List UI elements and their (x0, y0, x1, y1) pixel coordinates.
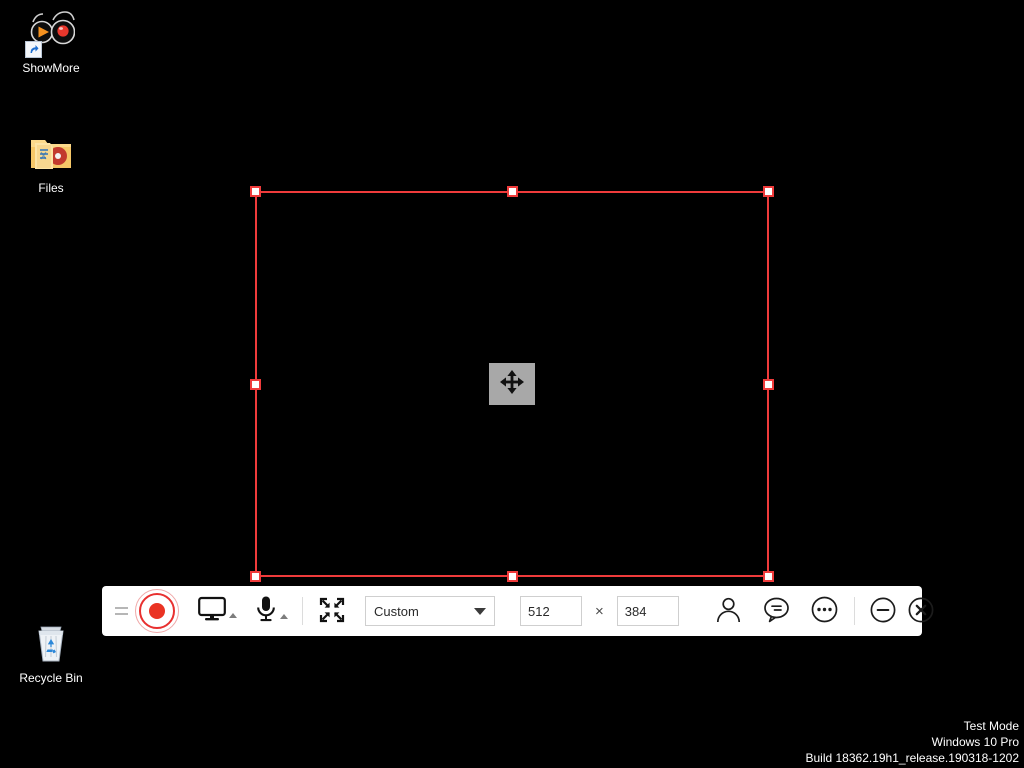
desktop-icon-files[interactable]: Files (3, 128, 99, 196)
folder-icon (27, 128, 75, 176)
resize-handle-bottom-right[interactable] (763, 571, 774, 582)
desktop: ShowMore Files Recycle Bin Custom 512 × … (0, 0, 1024, 768)
ellipsis-circle-icon (811, 596, 838, 626)
resolution-select-value: Custom (374, 603, 419, 619)
drag-handle-icon[interactable] (112, 597, 130, 625)
move-arrows-icon (498, 368, 526, 401)
drag-handle-line (114, 607, 128, 609)
desktop-icon-label: Files (38, 181, 64, 195)
toolbar-divider (302, 597, 303, 625)
desktop-icon-label: Recycle Bin (19, 671, 83, 685)
dimension-separator: × (595, 602, 604, 620)
resize-handle-bottom-left[interactable] (250, 571, 261, 582)
desktop-icon-label: ShowMore (22, 61, 80, 75)
showmore-app-icon (25, 8, 76, 58)
person-icon (715, 596, 742, 626)
height-input[interactable] (616, 596, 679, 626)
record-button[interactable] (134, 588, 180, 634)
resolution-select[interactable]: Custom (365, 596, 495, 626)
toolbar-divider (853, 597, 855, 625)
more-button[interactable] (810, 596, 840, 626)
caret-up-icon[interactable] (229, 612, 237, 618)
minimize-circle-icon (870, 597, 896, 626)
resize-handle-top-right[interactable] (763, 186, 774, 197)
resize-handle-bottom-center[interactable] (506, 571, 518, 582)
minimize-button[interactable] (869, 597, 897, 625)
microphone-icon (255, 595, 277, 628)
width-input[interactable] (520, 596, 582, 626)
windows-watermark: Test Mode Windows 10 Pro Build 18362.19h… (805, 718, 1019, 766)
desktop-icon-showmore[interactable]: ShowMore (3, 8, 99, 76)
capture-region[interactable] (250, 186, 774, 582)
drag-handle-line (114, 613, 128, 615)
watermark-line-build: Build 18362.19h1_release.190318-1202 (805, 751, 1019, 765)
close-circle-icon (908, 597, 934, 626)
microphone-source-button[interactable] (255, 595, 288, 628)
watermark-line-test-mode: Test Mode (963, 719, 1019, 733)
desktop-icon-recycle-bin[interactable]: Recycle Bin (3, 618, 99, 686)
fullscreen-button[interactable] (317, 596, 347, 626)
chevron-down-icon (474, 607, 486, 615)
record-circle-icon (149, 603, 165, 619)
feedback-button[interactable] (762, 596, 792, 626)
recycle-bin-icon (27, 618, 75, 666)
resize-handle-middle-left[interactable] (250, 378, 261, 390)
resize-handle-top-center[interactable] (506, 186, 518, 197)
watermark-line-edition: Windows 10 Pro (931, 735, 1019, 749)
speech-bubble-icon (763, 596, 790, 626)
caret-up-icon[interactable] (280, 613, 288, 619)
monitor-icon (198, 596, 226, 627)
resize-handle-middle-right[interactable] (763, 378, 774, 390)
recording-toolbar: Custom × (102, 586, 934, 636)
fullscreen-icon (319, 597, 345, 626)
shortcut-arrow-icon (25, 41, 42, 58)
screen-source-button[interactable] (198, 596, 237, 627)
move-region-handle[interactable] (489, 363, 535, 405)
close-button[interactable] (907, 597, 935, 625)
resize-handle-top-left[interactable] (250, 186, 261, 197)
account-button[interactable] (714, 596, 744, 626)
